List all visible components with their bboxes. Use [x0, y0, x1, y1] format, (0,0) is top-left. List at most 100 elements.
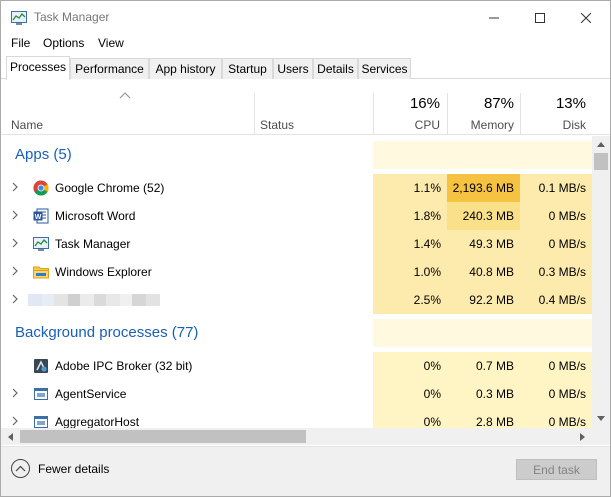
group-memory-cell: [447, 319, 520, 347]
memory-cell: 0.7 MB: [447, 352, 520, 380]
scroll-down-icon[interactable]: [597, 416, 605, 422]
title-bar[interactable]: Task Manager: [1, 1, 610, 34]
service-icon: [34, 388, 48, 400]
minimize-icon: [489, 17, 499, 18]
minimize-button[interactable]: [471, 1, 517, 34]
tab-users[interactable]: Users: [273, 58, 313, 79]
scroll-up-icon[interactable]: [597, 141, 605, 147]
disk-cell: 0 MB/s: [520, 230, 592, 258]
chevron-right-icon[interactable]: [11, 416, 19, 426]
cpu-cell: 1.1%: [373, 174, 447, 202]
group-cpu-cell: [373, 319, 447, 347]
sort-ascending-icon[interactable]: [119, 92, 131, 99]
disk-cell: 0.4 MB/s: [520, 286, 592, 314]
group-disk-cell: [520, 319, 592, 347]
task-manager-window: Task Manager File Options View Processes…: [0, 0, 611, 497]
cpu-cell: 0%: [373, 380, 447, 408]
column-divider[interactable]: [254, 93, 255, 135]
chevron-right-icon[interactable]: [11, 294, 19, 304]
fewer-details-link[interactable]: Fewer details: [38, 462, 109, 476]
tab-app-history[interactable]: App history: [149, 58, 222, 79]
disk-cell: 0 MB/s: [520, 408, 592, 428]
task-manager-app-icon: [11, 11, 27, 25]
column-name[interactable]: Name: [11, 118, 43, 132]
table-row[interactable]: W Microsoft Word 1.8% 240.3 MB 0 MB/s: [1, 202, 592, 230]
table-row[interactable]: 2.5% 92.2 MB 0.4 MB/s: [1, 286, 592, 314]
service-icon: [34, 416, 48, 428]
menu-view[interactable]: View: [98, 36, 124, 50]
group-cpu-cell: [373, 141, 447, 169]
table-row[interactable]: Windows Explorer 1.0% 40.8 MB 0.3 MB/s: [1, 258, 592, 286]
group-disk-cell: [520, 141, 592, 169]
process-name: Google Chrome (52): [55, 181, 165, 195]
cpu-cell: 1.4%: [373, 230, 447, 258]
cpu-cell: 1.0%: [373, 258, 447, 286]
scroll-left-icon[interactable]: [7, 433, 13, 441]
chevron-right-icon[interactable]: [11, 238, 19, 248]
tab-processes[interactable]: Processes: [6, 56, 70, 80]
group-title-apps: Apps (5): [15, 146, 72, 163]
disk-cell: 0 MB/s: [520, 202, 592, 230]
chevron-right-icon[interactable]: [11, 182, 19, 192]
word-icon: W: [33, 208, 49, 224]
horizontal-scrollbar[interactable]: [1, 428, 592, 445]
svg-text:W: W: [35, 214, 42, 221]
disk-cell: 0.1 MB/s: [520, 174, 592, 202]
table-row[interactable]: Google Chrome (52) 1.1% 2,193.6 MB 0.1 M…: [1, 174, 592, 202]
cpu-cell: 2.5%: [373, 286, 447, 314]
table-row[interactable]: AggregatorHost 0% 2.8 MB 0 MB/s: [1, 408, 592, 428]
horizontal-scroll-thumb[interactable]: [20, 430, 306, 443]
process-name: Task Manager: [55, 237, 131, 251]
memory-cell: 40.8 MB: [447, 258, 520, 286]
task-manager-icon: [33, 237, 49, 251]
menu-file[interactable]: File: [11, 36, 30, 50]
tab-details[interactable]: Details: [313, 58, 358, 79]
tab-performance[interactable]: Performance: [70, 58, 149, 79]
memory-percent[interactable]: 87%: [447, 95, 514, 112]
memory-cell: 49.3 MB: [447, 230, 520, 258]
menu-options[interactable]: Options: [43, 36, 84, 50]
column-status[interactable]: Status: [260, 118, 294, 132]
folder-icon: [33, 266, 49, 279]
group-header-apps: Apps (5): [1, 141, 592, 169]
chevron-right-icon[interactable]: [11, 210, 19, 220]
collapse-circle-icon[interactable]: [11, 459, 30, 478]
table-row[interactable]: AgentService 0% 0.3 MB 0 MB/s: [1, 380, 592, 408]
process-name: AgentService: [55, 387, 127, 401]
column-cpu[interactable]: CPU: [373, 118, 440, 132]
column-disk[interactable]: Disk: [520, 118, 586, 132]
maximize-button[interactable]: [517, 1, 563, 34]
group-title-background: Background processes (77): [15, 324, 199, 341]
disk-percent[interactable]: 13%: [520, 95, 586, 112]
redacted-name-placeholder: [28, 294, 160, 306]
chrome-icon: [33, 180, 49, 196]
memory-cell: 0.3 MB: [447, 380, 520, 408]
memory-cell: 2.8 MB: [447, 408, 520, 428]
column-memory[interactable]: Memory: [447, 118, 514, 132]
maximize-icon: [535, 12, 545, 23]
close-button[interactable]: [563, 1, 609, 34]
tab-services[interactable]: Services: [358, 58, 411, 79]
scroll-right-icon[interactable]: [580, 433, 586, 441]
end-task-button[interactable]: End task: [516, 459, 597, 480]
adobe-icon: [34, 359, 48, 373]
menu-bar: File Options View: [1, 35, 610, 53]
chevron-right-icon[interactable]: [11, 266, 19, 276]
vertical-scroll-thumb[interactable]: [594, 153, 608, 170]
process-name: AggregatorHost: [55, 415, 140, 428]
process-list: Apps (5) Google Chrome (52) 1.1% 2,193.6…: [1, 136, 592, 428]
table-row[interactable]: Adobe IPC Broker (32 bit) 0% 0.7 MB 0 MB…: [1, 352, 592, 380]
group-memory-cell: [447, 141, 520, 169]
chevron-right-icon[interactable]: [11, 388, 19, 398]
window-title: Task Manager: [34, 10, 110, 24]
process-name: Microsoft Word: [55, 209, 136, 223]
process-name: Windows Explorer: [55, 265, 152, 279]
table-row[interactable]: Task Manager 1.4% 49.3 MB 0 MB/s: [1, 230, 592, 258]
memory-cell: 2,193.6 MB: [447, 174, 520, 202]
tab-bar: Processes Performance App history Startu…: [1, 56, 610, 80]
cpu-percent[interactable]: 16%: [373, 95, 440, 112]
vertical-scrollbar[interactable]: [592, 136, 610, 428]
tab-startup[interactable]: Startup: [222, 58, 273, 79]
cpu-cell: 0%: [373, 352, 447, 380]
chevron-up-icon: [15, 465, 26, 472]
